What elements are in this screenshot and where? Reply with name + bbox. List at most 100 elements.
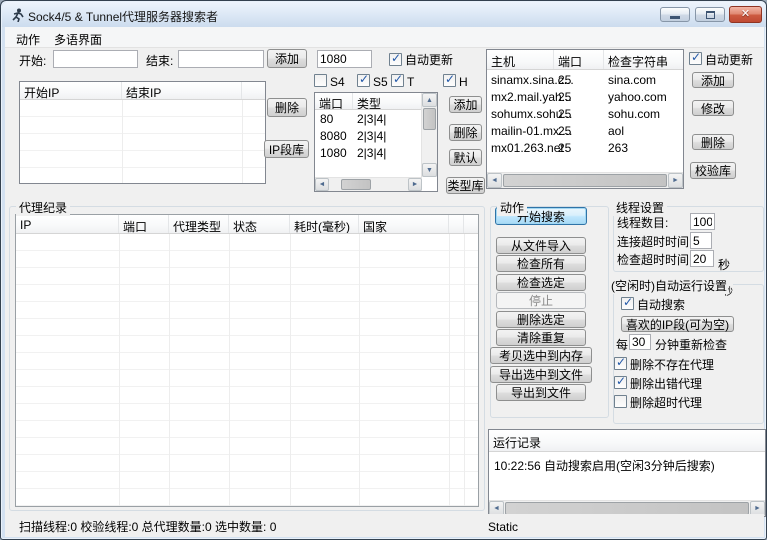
minimize-button[interactable] (660, 7, 690, 22)
checkstring-cell[interactable]: sina.com (608, 73, 656, 87)
scroll-up-icon[interactable] (422, 93, 437, 107)
port-list[interactable]: 端口 类型 80 2|3|4| 8080 2|3|4| 1080 2|3|4| (314, 92, 438, 192)
check-selected-button[interactable]: 检查选定 (496, 274, 586, 291)
checker-lib-button[interactable]: 校验库 (690, 162, 736, 179)
check-all-button[interactable]: 检查所有 (496, 255, 586, 272)
column-header-elapsed[interactable]: 耗时(毫秒) (290, 215, 359, 233)
host-cell[interactable]: mx01.263.net (491, 141, 564, 155)
column-header-port[interactable]: 端口 (315, 93, 353, 109)
delete-timeout-label: 删除超时代理 (630, 396, 702, 410)
column-header-country[interactable]: 国家 (359, 215, 449, 233)
port-cell[interactable]: 25 (558, 90, 571, 104)
type-s4-checkbox[interactable] (314, 74, 327, 87)
checker-add-button[interactable]: 添加 (692, 72, 734, 88)
type-cell[interactable]: 2|3|4| (357, 112, 386, 126)
ip-range-list[interactable]: 开始IP 结束IP (19, 81, 266, 184)
type-s5-checkbox[interactable] (357, 74, 370, 87)
ip-delete-button[interactable]: 删除 (267, 98, 307, 117)
menu-action[interactable]: 动作 (13, 30, 43, 49)
column-header-port[interactable]: 端口 (119, 215, 169, 233)
copy-selected-to-memory-button[interactable]: 考贝选中到内存 (490, 347, 592, 364)
maximize-button[interactable] (695, 7, 725, 22)
delete-selected-button[interactable]: 删除选定 (496, 311, 586, 328)
checker-modify-button[interactable]: 修改 (692, 100, 734, 116)
column-header-end-ip[interactable]: 结束IP (122, 82, 242, 99)
column-header-proxy-type[interactable]: 代理类型 (169, 215, 229, 233)
checkstring-cell[interactable]: yahoo.com (608, 90, 667, 104)
checker-list-hscrollbar[interactable] (487, 172, 683, 188)
port-input[interactable] (317, 50, 372, 68)
grid-line (122, 100, 123, 183)
export-to-file-button[interactable]: 导出到文件 (496, 384, 586, 401)
checkstring-cell[interactable]: aol (608, 124, 624, 138)
ip-start-input[interactable] (53, 50, 138, 68)
port-add-button[interactable]: 添加 (449, 96, 482, 113)
port-cell[interactable]: 25 (558, 107, 571, 121)
ip-add-button[interactable]: 添加 (267, 49, 307, 68)
grid-line (290, 234, 291, 506)
checkstring-cell[interactable]: sohu.com (608, 107, 660, 121)
port-cell[interactable]: 8080 (320, 129, 347, 143)
port-default-button[interactable]: 默认 (449, 149, 482, 166)
recheck-interval-input[interactable] (629, 334, 651, 350)
port-cell[interactable]: 25 (558, 141, 571, 155)
menu-language[interactable]: 多语界面 (51, 30, 105, 49)
run-log-entry[interactable]: 10:22:56 自动搜索启用(空闲3分钟后搜索) (494, 457, 715, 474)
port-cell[interactable]: 80 (320, 112, 333, 126)
port-cell[interactable]: 25 (558, 124, 571, 138)
scroll-left-icon[interactable] (315, 178, 329, 191)
grid-line (242, 100, 243, 183)
port-cell[interactable]: 25 (558, 73, 571, 87)
type-s5-label: S5 (373, 75, 388, 89)
scroll-down-icon[interactable] (422, 163, 437, 177)
connect-timeout-input[interactable] (690, 232, 712, 249)
column-header-run-log[interactable]: 运行记录 (489, 430, 765, 451)
run-log-list[interactable]: 运行记录 10:22:56 自动搜索启用(空闲3分钟后搜索) (488, 429, 766, 517)
checker-list[interactable]: 主机 端口 检查字符串 sinamx.sina.c... 25 sina.com… (486, 49, 684, 189)
checker-auto-update-checkbox[interactable] (689, 52, 702, 65)
port-list-hscrollbar[interactable] (315, 177, 422, 191)
port-cell[interactable]: 1080 (320, 146, 347, 160)
close-button[interactable]: ✕ (729, 6, 762, 23)
type-cell[interactable]: 2|3|4| (357, 129, 386, 143)
auto-search-checkbox[interactable] (621, 297, 634, 310)
scroll-thumb[interactable] (503, 174, 667, 187)
type-h-checkbox[interactable] (443, 74, 456, 87)
type-cell[interactable]: 2|3|4| (357, 146, 386, 160)
type-t-checkbox[interactable] (391, 74, 404, 87)
actions-group-label: 动作 (497, 199, 527, 216)
column-header-checkstring[interactable]: 检查字符串 (604, 50, 683, 69)
proxy-table[interactable]: IP 端口 代理类型 状态 耗时(毫秒) 国家 (15, 214, 479, 507)
title-bar[interactable]: Sock4/5 & Tunnel代理服务器搜索者 ✕ (2, 2, 767, 27)
scroll-thumb[interactable] (341, 179, 371, 190)
import-from-file-button[interactable]: 从文件导入 (496, 237, 586, 254)
ports-auto-update-checkbox[interactable] (389, 53, 402, 66)
port-typelib-button[interactable]: 类型库 (446, 177, 485, 194)
checker-delete-button[interactable]: 删除 (692, 134, 734, 150)
scroll-thumb[interactable] (423, 108, 436, 130)
column-header-status[interactable]: 状态 (229, 215, 290, 233)
favorite-ip-range-button[interactable]: 喜欢的IP段(可为空) (621, 316, 734, 332)
checkstring-cell[interactable]: 263 (608, 141, 628, 155)
scroll-right-icon[interactable] (408, 178, 422, 191)
column-header-type[interactable]: 类型 (353, 93, 421, 109)
check-timeout-input[interactable] (690, 250, 714, 267)
column-header-port[interactable]: 端口 (554, 50, 604, 69)
column-header-start-ip[interactable]: 开始IP (20, 82, 122, 99)
delete-timeout-checkbox[interactable] (614, 395, 627, 408)
column-header-ip[interactable]: IP (16, 215, 119, 233)
port-list-vscrollbar[interactable] (421, 93, 437, 177)
ip-lib-button[interactable]: IP段库 (264, 140, 309, 158)
port-delete-button[interactable]: 删除 (449, 124, 482, 141)
scroll-right-icon[interactable] (668, 173, 683, 188)
column-header-host[interactable]: 主机 (487, 50, 554, 69)
thread-count-input[interactable] (690, 213, 715, 230)
export-selected-to-file-button[interactable]: 导出选中到文件 (490, 366, 592, 383)
ip-end-input[interactable] (178, 50, 264, 68)
scroll-left-icon[interactable] (487, 173, 502, 188)
close-icon: ✕ (741, 9, 750, 20)
clear-duplicates-button[interactable]: 清除重复 (496, 329, 586, 346)
delete-error-checkbox[interactable] (614, 376, 627, 389)
grid-line (464, 234, 465, 506)
delete-nonexistent-checkbox[interactable] (614, 357, 627, 370)
